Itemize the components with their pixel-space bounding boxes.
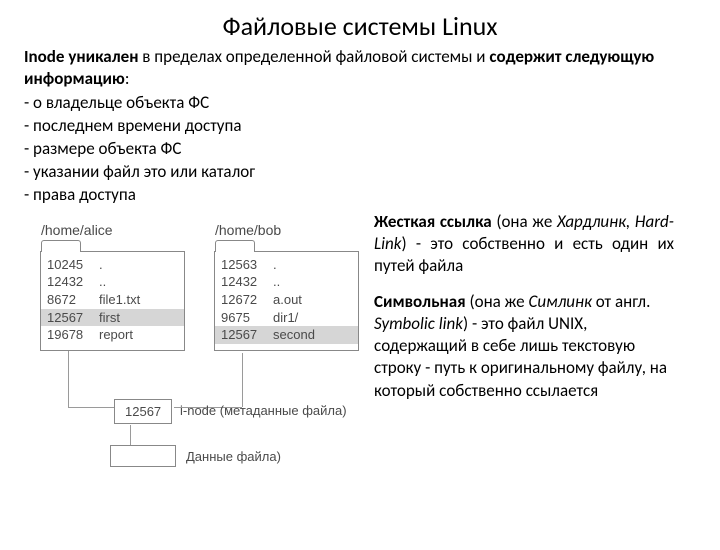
bullet-item: - права доступа	[24, 184, 696, 207]
file-name: ..	[273, 273, 280, 291]
bullet-item: - размере объекта ФС	[24, 138, 696, 161]
hardlink-paragraph: Жесткая ссылка (она же Хардлинк, Hard-Li…	[374, 211, 674, 277]
intro-bold-1: Inode уникален	[24, 46, 138, 67]
hardlink-term: Жесткая ссылка	[374, 211, 492, 232]
table-row: 12432..	[221, 273, 352, 291]
folder-bob-path: /home/bob	[215, 222, 281, 238]
inode-diagram: /home/alice 10245.12432..8672file1.txt12…	[10, 213, 374, 493]
symlink-term: Символьная	[374, 291, 466, 312]
inode-number: 12567	[47, 309, 99, 327]
table-row: 10245.	[47, 256, 178, 274]
intro-text-2: :	[125, 68, 130, 89]
folder-alice: /home/alice 10245.12432..8672file1.txt12…	[40, 251, 185, 351]
table-row: 9675dir1/	[221, 309, 352, 327]
file-name: dir1/	[273, 309, 298, 327]
inode-number: 19678	[47, 326, 99, 344]
bullet-list: - о владельце объекта ФС- последнем врем…	[0, 92, 720, 207]
bullet-item: - последнем времени доступа	[24, 115, 696, 138]
file-name: ..	[99, 273, 106, 291]
table-row: 19678report	[47, 326, 178, 344]
bullet-item: - о владельце объекта ФС	[24, 92, 696, 115]
symlink-paragraph: Символьная (она же Симлинк от англ. Symb…	[374, 291, 674, 401]
folder-alice-path: /home/alice	[41, 222, 113, 238]
inode-number: 12432	[47, 273, 99, 291]
file-name: .	[273, 256, 277, 274]
table-row: 12567second	[215, 326, 358, 344]
page-title: Файловые системы Linux	[0, 10, 720, 42]
table-row: 12563.	[221, 256, 352, 274]
inode-number: 10245	[47, 256, 99, 274]
file-name: file1.txt	[99, 291, 140, 309]
inode-caption: i-node (метаданные файла)	[180, 403, 347, 418]
right-text-column: Жесткая ссылка (она же Хардлинк, Hard-Li…	[374, 207, 694, 493]
data-box	[110, 445, 176, 467]
inode-number: 12563	[221, 256, 273, 274]
file-name: first	[99, 309, 120, 327]
folder-bob: /home/bob 12563.12432..12672a.out9675dir…	[214, 251, 359, 351]
intro-text-1: в пределах определенной файловой системы…	[138, 46, 489, 67]
inode-number: 12567	[221, 326, 273, 344]
file-name: a.out	[273, 291, 302, 309]
table-row: 12432..	[47, 273, 178, 291]
inode-number: 12672	[221, 291, 273, 309]
inode-number: 12432	[221, 273, 273, 291]
file-name: second	[273, 326, 315, 344]
table-row: 8672file1.txt	[47, 291, 178, 309]
file-name: .	[99, 256, 103, 274]
intro-paragraph: Inode уникален в пределах определенной ф…	[0, 46, 720, 90]
file-name: report	[99, 326, 133, 344]
inode-number: 8672	[47, 291, 99, 309]
inode-number: 9675	[221, 309, 273, 327]
table-row: 12672a.out	[221, 291, 352, 309]
data-caption: Данные файла)	[186, 449, 281, 464]
table-row: 12567first	[41, 309, 184, 327]
bullet-item: - указании файл это или каталог	[24, 161, 696, 184]
inode-box: 12567	[114, 399, 172, 424]
